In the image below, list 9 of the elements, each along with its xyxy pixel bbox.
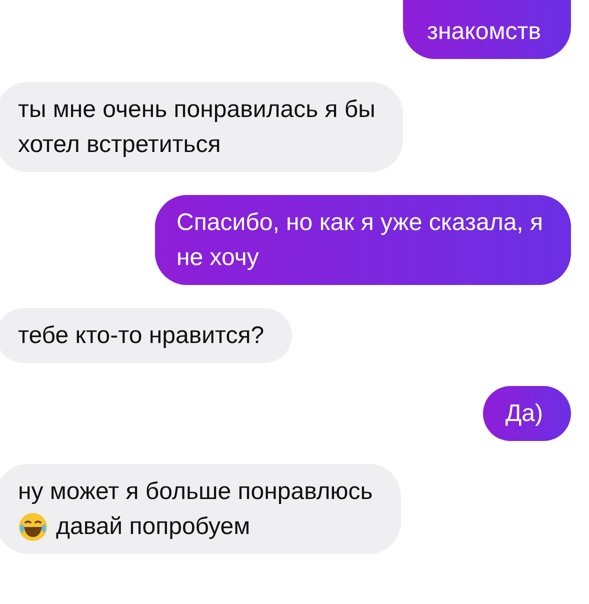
message-text: Спасибо, но как я уже сказала, я <box>176 208 543 238</box>
message-text: Да) <box>505 399 543 429</box>
message-text: хотел встретиться <box>18 130 222 160</box>
message-text: ну может я больше понравлюсь <box>18 477 373 507</box>
message-text: знакомств <box>427 17 541 47</box>
message-text: ты мне очень понравилась я бы <box>18 95 376 125</box>
message-text: тебе кто-то нравится? <box>18 321 264 351</box>
message-text: давай попробуем <box>56 512 250 542</box>
message-text: не хочу <box>176 243 260 273</box>
